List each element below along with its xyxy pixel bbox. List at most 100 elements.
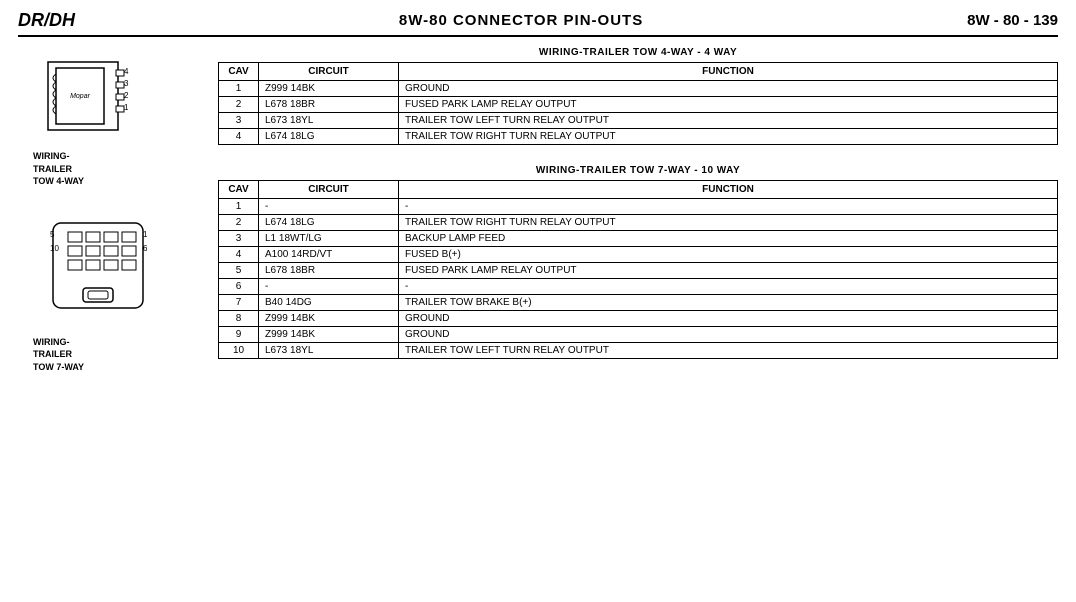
diagram2-line3: TOW 7-WAY [33, 361, 198, 374]
cell-circuit: L678 18BR [259, 97, 399, 113]
svg-text:Mopar: Mopar [70, 93, 91, 100]
diagram-7way-block: 5 10 1 6 WIRING- TRAILER TOW 7-WAY [18, 218, 198, 374]
cell-function: - [399, 279, 1058, 295]
header-model: DR/DH [18, 10, 75, 30]
diagrams-column: Mopar 4 3 2 1 WIRING- TRA [18, 47, 198, 404]
cell-cav: 5 [219, 263, 259, 279]
cell-circuit: L1 18WT/LG [259, 231, 399, 247]
table1-header-row: CAV CIRCUIT FUNCTION [219, 63, 1058, 81]
diagram-7way-label: WIRING- TRAILER TOW 7-WAY [33, 336, 198, 374]
table-row: 2 L674 18LG TRAILER TOW RIGHT TURN RELAY… [219, 215, 1058, 231]
cell-cav: 7 [219, 295, 259, 311]
table1-body: 1 Z999 14BK GROUND 2 L678 18BR FUSED PAR… [219, 81, 1058, 145]
table-row: 1 - - [219, 199, 1058, 215]
cell-circuit: - [259, 199, 399, 215]
header-left: DR/DH [18, 10, 75, 31]
connector-4way-svg: Mopar 4 3 2 1 [28, 52, 198, 145]
table-row: 2 L678 18BR FUSED PARK LAMP RELAY OUTPUT [219, 97, 1058, 113]
svg-text:1: 1 [124, 103, 129, 112]
header-center: 8W-80 CONNECTOR PIN-OUTS [399, 12, 643, 29]
cell-function: TRAILER TOW BRAKE B(+) [399, 295, 1058, 311]
cell-circuit: L673 18YL [259, 113, 399, 129]
table-row: 10 L673 18YL TRAILER TOW LEFT TURN RELAY… [219, 343, 1058, 359]
cell-circuit: L678 18BR [259, 263, 399, 279]
cell-cav: 8 [219, 311, 259, 327]
table-row: 3 L673 18YL TRAILER TOW LEFT TURN RELAY … [219, 113, 1058, 129]
header: DR/DH 8W-80 CONNECTOR PIN-OUTS 8W - 80 -… [18, 10, 1058, 37]
table2-col-circuit: CIRCUIT [259, 181, 399, 199]
table-row: 5 L678 18BR FUSED PARK LAMP RELAY OUTPUT [219, 263, 1058, 279]
table-row: 8 Z999 14BK GROUND [219, 311, 1058, 327]
cell-circuit: L673 18YL [259, 343, 399, 359]
diagram1-line2: TRAILER [33, 163, 198, 176]
cell-function: FUSED PARK LAMP RELAY OUTPUT [399, 263, 1058, 279]
cell-function: GROUND [399, 81, 1058, 97]
header-right: 8W - 80 - 139 [967, 12, 1058, 29]
table1: CAV CIRCUIT FUNCTION 1 Z999 14BK GROUND … [218, 62, 1058, 145]
diagram-4way-block: Mopar 4 3 2 1 WIRING- TRA [18, 52, 198, 188]
table2-body: 1 - - 2 L674 18LG TRAILER TOW RIGHT TURN… [219, 199, 1058, 359]
connector-7way-svg: 5 10 1 6 [28, 218, 198, 331]
table-row: 4 A100 14RD/VT FUSED B(+) [219, 247, 1058, 263]
tables-column: WIRING-TRAILER TOW 4-WAY - 4 WAY CAV CIR… [218, 47, 1058, 404]
svg-text:6: 6 [143, 244, 148, 253]
cell-circuit: Z999 14BK [259, 327, 399, 343]
table1-title: WIRING-TRAILER TOW 4-WAY - 4 WAY [218, 47, 1058, 58]
cell-function: TRAILER TOW RIGHT TURN RELAY OUTPUT [399, 215, 1058, 231]
cell-function: TRAILER TOW RIGHT TURN RELAY OUTPUT [399, 129, 1058, 145]
cell-function: FUSED PARK LAMP RELAY OUTPUT [399, 97, 1058, 113]
cell-cav: 1 [219, 81, 259, 97]
table2-header-row: CAV CIRCUIT FUNCTION [219, 181, 1058, 199]
table1-col-circuit: CIRCUIT [259, 63, 399, 81]
table2-col-cav: CAV [219, 181, 259, 199]
diagram2-line1: WIRING- [33, 336, 198, 349]
cell-circuit: A100 14RD/VT [259, 247, 399, 263]
table2-section: WIRING-TRAILER TOW 7-WAY - 10 WAY CAV CI… [218, 165, 1058, 359]
cell-function: GROUND [399, 311, 1058, 327]
cell-function: GROUND [399, 327, 1058, 343]
table-row: 3 L1 18WT/LG BACKUP LAMP FEED [219, 231, 1058, 247]
cell-cav: 4 [219, 129, 259, 145]
svg-text:5: 5 [50, 230, 55, 239]
diagram1-line1: WIRING- [33, 150, 198, 163]
diagram1-line3: TOW 4-WAY [33, 175, 198, 188]
cell-cav: 2 [219, 97, 259, 113]
cell-cav: 3 [219, 231, 259, 247]
cell-function: - [399, 199, 1058, 215]
svg-text:2: 2 [124, 91, 129, 100]
page: DR/DH 8W-80 CONNECTOR PIN-OUTS 8W - 80 -… [0, 0, 1076, 602]
table2-col-function: FUNCTION [399, 181, 1058, 199]
table1-col-function: FUNCTION [399, 63, 1058, 81]
cell-function: BACKUP LAMP FEED [399, 231, 1058, 247]
header-page: 8W - 80 - 139 [967, 12, 1058, 29]
svg-text:10: 10 [50, 244, 59, 253]
cell-function: TRAILER TOW LEFT TURN RELAY OUTPUT [399, 343, 1058, 359]
table-row: 1 Z999 14BK GROUND [219, 81, 1058, 97]
table-row: 6 - - [219, 279, 1058, 295]
diagram2-line2: TRAILER [33, 348, 198, 361]
cell-cav: 1 [219, 199, 259, 215]
cell-cav: 4 [219, 247, 259, 263]
table-row: 4 L674 18LG TRAILER TOW RIGHT TURN RELAY… [219, 129, 1058, 145]
cell-circuit: Z999 14BK [259, 81, 399, 97]
main-content: Mopar 4 3 2 1 WIRING- TRA [18, 47, 1058, 404]
table-row: 7 B40 14DG TRAILER TOW BRAKE B(+) [219, 295, 1058, 311]
cell-circuit: Z999 14BK [259, 311, 399, 327]
cell-circuit: L674 18LG [259, 129, 399, 145]
cell-circuit: B40 14DG [259, 295, 399, 311]
svg-text:1: 1 [143, 230, 148, 239]
cell-function: FUSED B(+) [399, 247, 1058, 263]
header-title: 8W-80 CONNECTOR PIN-OUTS [399, 12, 643, 29]
cell-circuit: L674 18LG [259, 215, 399, 231]
cell-cav: 9 [219, 327, 259, 343]
cell-cav: 3 [219, 113, 259, 129]
cell-cav: 10 [219, 343, 259, 359]
table1-col-cav: CAV [219, 63, 259, 81]
table1-section: WIRING-TRAILER TOW 4-WAY - 4 WAY CAV CIR… [218, 47, 1058, 145]
svg-text:4: 4 [124, 67, 129, 76]
cell-function: TRAILER TOW LEFT TURN RELAY OUTPUT [399, 113, 1058, 129]
cell-cav: 6 [219, 279, 259, 295]
diagram-4way-label: WIRING- TRAILER TOW 4-WAY [33, 150, 198, 188]
svg-text:3: 3 [124, 79, 129, 88]
table2-title: WIRING-TRAILER TOW 7-WAY - 10 WAY [218, 165, 1058, 176]
